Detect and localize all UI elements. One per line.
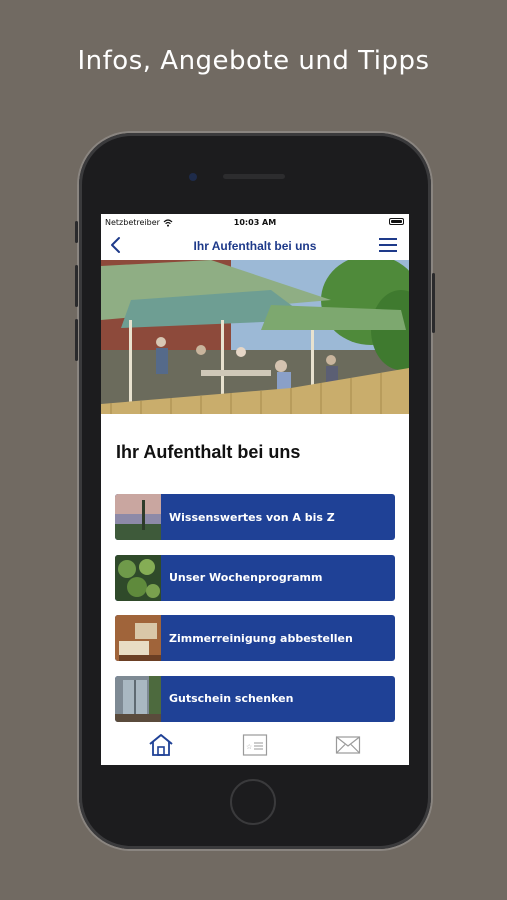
app-screen: Netzbetreiber 10:03 AM Ihr Aufenthalt be…	[101, 214, 409, 765]
menu-item-wissenswertes[interactable]: Wissenswertes von A bis Z	[115, 494, 395, 540]
nav-title: Ihr Aufenthalt bei uns	[193, 239, 317, 253]
status-bar: Netzbetreiber 10:03 AM	[101, 214, 409, 232]
hotel-room-thumbnail	[115, 615, 161, 661]
menu-item-zimmerreinigung[interactable]: Zimmerreinigung abbestellen	[115, 615, 395, 661]
mail-icon[interactable]	[335, 733, 361, 757]
sunset-lake-thumbnail	[115, 494, 161, 540]
home-icon[interactable]	[148, 733, 174, 757]
hero-image	[101, 260, 409, 414]
coupon-card-icon[interactable]: ☆	[242, 733, 268, 757]
front-camera	[189, 173, 197, 181]
promo-title: Infos, Angebote und Tipps	[77, 46, 430, 76]
power-button	[432, 273, 435, 333]
volume-up-button	[75, 265, 78, 307]
menu-item-gutschein[interactable]: Gutschein schenken	[115, 675, 395, 722]
terrace-photo	[101, 260, 409, 414]
earpiece-speaker	[223, 174, 285, 179]
phone-frame: Netzbetreiber 10:03 AM Ihr Aufenthalt be…	[75, 133, 435, 849]
menu-list: Wissenswertes von A bis Z Unser Wochenpr…	[115, 494, 395, 736]
svg-text:☆: ☆	[246, 743, 252, 751]
home-button[interactable]	[230, 779, 276, 825]
nav-bar: Ihr Aufenthalt bei uns	[101, 232, 409, 260]
menu-item-wochenprogramm[interactable]: Unser Wochenprogramm	[115, 554, 395, 601]
menu-item-label: Wissenswertes von A bis Z	[169, 510, 335, 524]
battery-icon	[389, 218, 404, 225]
menu-item-label: Gutschein schenken	[169, 692, 294, 705]
menu-item-label: Unser Wochenprogramm	[169, 571, 323, 584]
mute-switch	[75, 221, 78, 243]
menu-item-label: Zimmerreinigung abbestellen	[169, 631, 353, 645]
hamburger-menu-icon[interactable]	[379, 238, 397, 252]
status-time: 10:03 AM	[233, 218, 277, 227]
tab-bar: ☆	[101, 723, 409, 765]
section-heading: Ihr Aufenthalt bei uns	[116, 442, 301, 462]
chevron-left-icon[interactable]	[107, 235, 127, 255]
hotel-window-thumbnail	[115, 675, 161, 722]
volume-down-button	[75, 319, 78, 361]
water-lilies-thumbnail	[115, 554, 161, 601]
